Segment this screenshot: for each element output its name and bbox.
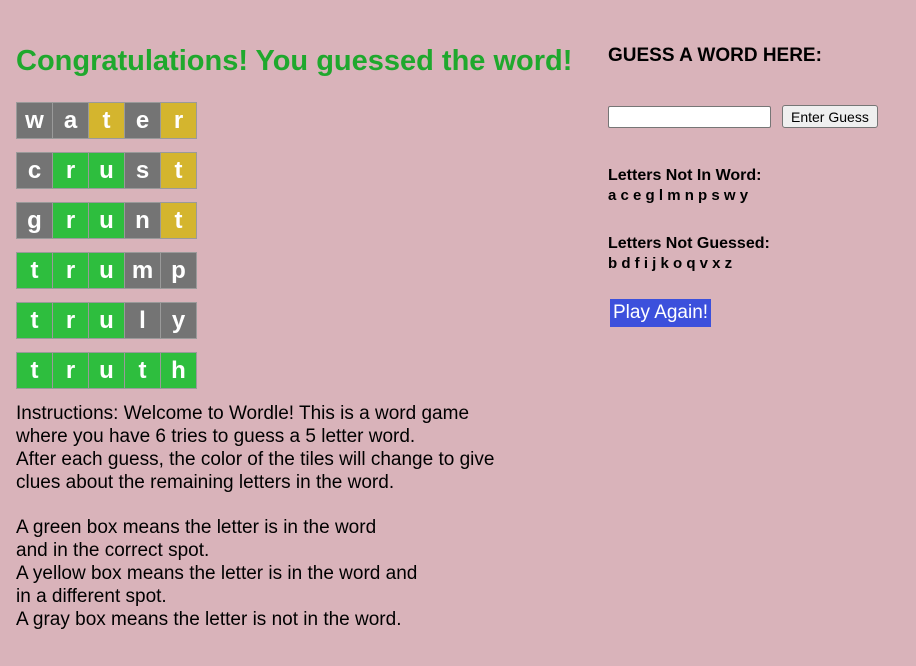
- letter-tile: h: [160, 352, 197, 389]
- instruction-line: and in the correct spot.: [16, 540, 210, 561]
- instruction-line: clues about the remaining letters in the…: [16, 472, 395, 493]
- congrats-message: Congratulations! You guessed the word!: [16, 45, 573, 77]
- instructions-paragraph-2: A green box means the letter is in the w…: [16, 516, 596, 631]
- guess-title: GUESS A WORD HERE:: [608, 45, 822, 66]
- letter-tile: r: [52, 152, 89, 189]
- instruction-line: A yellow box means the letter is in the …: [16, 563, 418, 584]
- letter-tile: n: [124, 202, 161, 239]
- letter-tile: u: [88, 352, 125, 389]
- letter-tile: u: [88, 152, 125, 189]
- letter-tile: s: [124, 152, 161, 189]
- letter-tile: e: [124, 102, 161, 139]
- instruction-line: A gray box means the letter is not in th…: [16, 609, 402, 630]
- letters-not-in-word: Letters Not In Word: a c e g l m n p s w…: [608, 166, 908, 206]
- letter-tile: c: [16, 152, 53, 189]
- letter-tile: y: [160, 302, 197, 339]
- letter-tile: r: [52, 352, 89, 389]
- letter-tile: m: [124, 252, 161, 289]
- guess-row: trump: [16, 252, 596, 289]
- guess-row: truly: [16, 302, 596, 339]
- game-board: watercrustgrunttrumptrulytruth: [16, 102, 596, 389]
- guess-row: crust: [16, 152, 596, 189]
- letters-not-guessed-label: Letters Not Guessed:: [608, 235, 770, 252]
- sidebar: GUESS A WORD HERE: Enter Guess Letters N…: [608, 44, 908, 327]
- instruction-line: After each guess, the color of the tiles…: [16, 449, 495, 470]
- play-again-button[interactable]: Play Again!: [610, 299, 712, 327]
- letter-tile: t: [160, 202, 197, 239]
- guess-row: water: [16, 102, 596, 139]
- letter-tile: l: [124, 302, 161, 339]
- guess-row: truth: [16, 352, 596, 389]
- letter-tile: r: [52, 202, 89, 239]
- letters-not-guessed-list: b d f i j k o q v x z: [608, 255, 733, 272]
- instruction-line: where you have 6 tries to guess a 5 lett…: [16, 426, 416, 447]
- instructions-paragraph-1: Instructions: Welcome to Wordle! This is…: [16, 402, 596, 494]
- instructions: Instructions: Welcome to Wordle! This is…: [16, 402, 596, 631]
- letter-tile: p: [160, 252, 197, 289]
- letter-tile: u: [88, 302, 125, 339]
- letter-tile: r: [160, 102, 197, 139]
- letters-not-guessed: Letters Not Guessed: b d f i j k o q v x…: [608, 234, 908, 274]
- letter-tile: t: [160, 152, 197, 189]
- letter-tile: t: [88, 102, 125, 139]
- letter-tile: a: [52, 102, 89, 139]
- letter-tile: u: [88, 252, 125, 289]
- letter-tile: t: [16, 352, 53, 389]
- letter-tile: u: [88, 202, 125, 239]
- letter-tile: r: [52, 302, 89, 339]
- letter-tile: r: [52, 252, 89, 289]
- instruction-line: A green box means the letter is in the w…: [16, 517, 377, 538]
- letters-not-in-word-label: Letters Not In Word:: [608, 167, 762, 184]
- letter-tile: t: [16, 302, 53, 339]
- instruction-line: in a different spot.: [16, 586, 167, 607]
- letter-tile: t: [124, 352, 161, 389]
- enter-guess-button[interactable]: Enter Guess: [782, 105, 878, 128]
- letter-tile: w: [16, 102, 53, 139]
- letter-tile: g: [16, 202, 53, 239]
- guess-form: Enter Guess: [608, 105, 908, 128]
- game-area: Congratulations! You guessed the word! w…: [16, 42, 596, 631]
- instruction-line: Instructions: Welcome to Wordle! This is…: [16, 403, 470, 424]
- letter-tile: t: [16, 252, 53, 289]
- letters-not-in-word-list: a c e g l m n p s w y: [608, 187, 749, 204]
- guess-input[interactable]: [608, 105, 771, 128]
- guess-row: grunt: [16, 202, 596, 239]
